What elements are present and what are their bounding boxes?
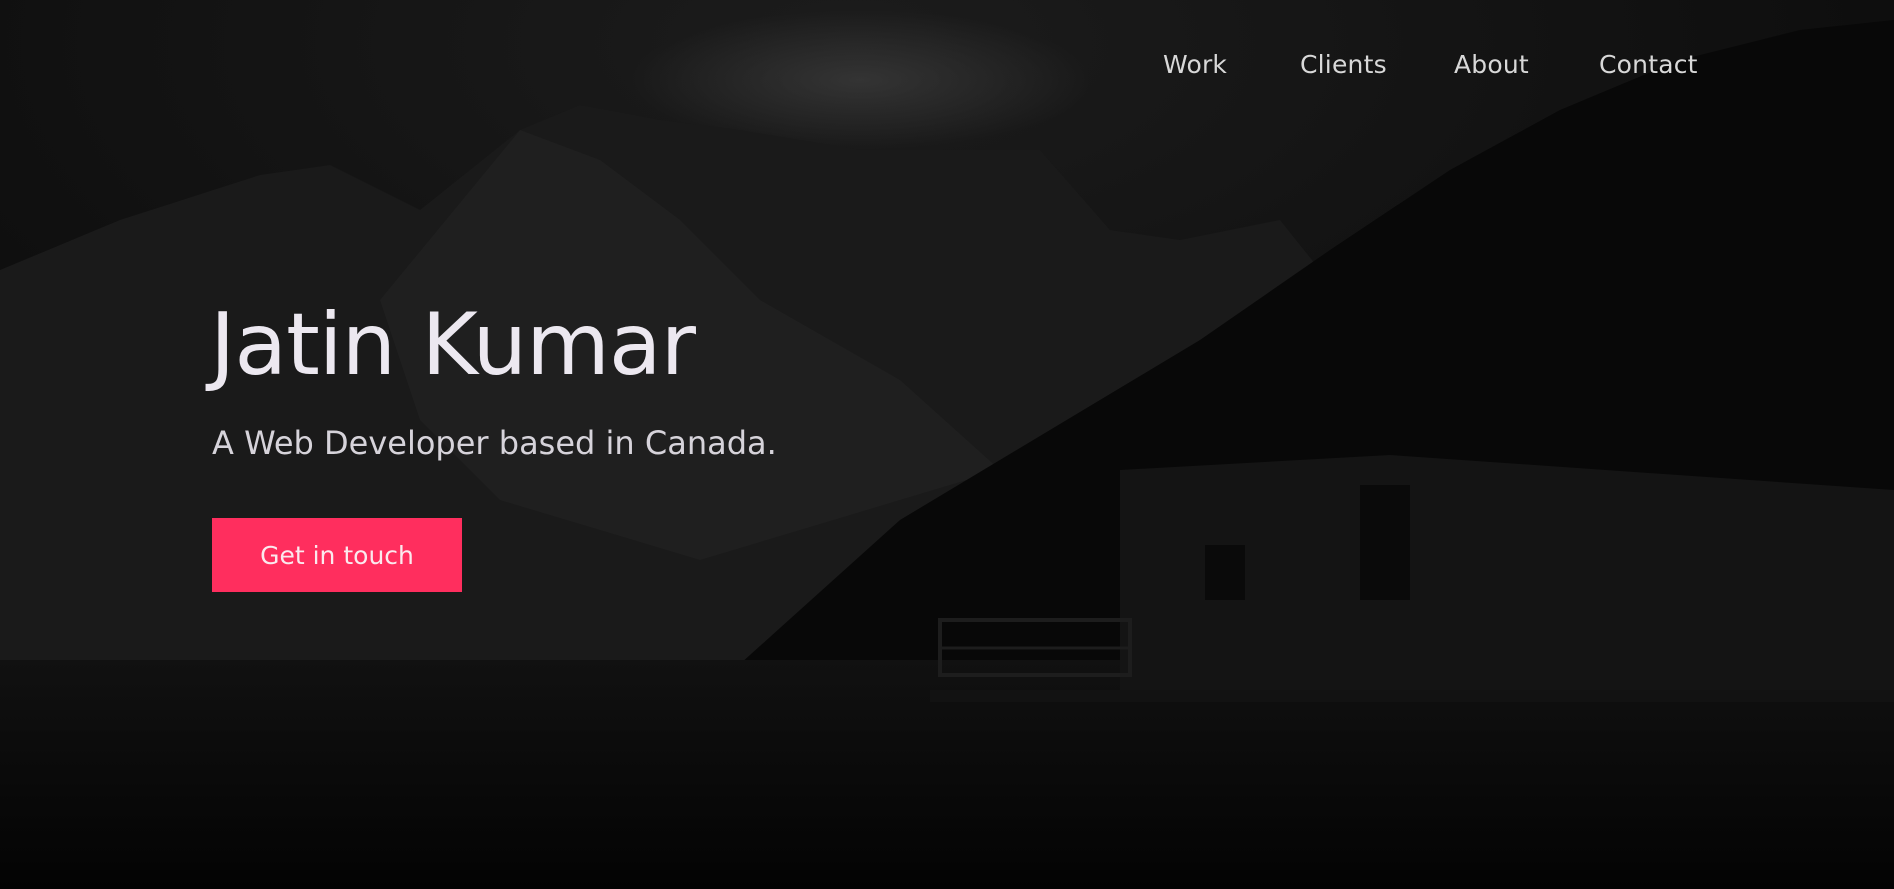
get-in-touch-button[interactable]: Get in touch xyxy=(212,518,462,592)
hero-section: Work Clients About Contact Jatin Kumar A… xyxy=(0,0,1894,889)
nav-link-work[interactable]: Work xyxy=(1163,50,1227,79)
hero-title: Jatin Kumar xyxy=(210,295,696,395)
main-nav: Work Clients About Contact xyxy=(0,50,1894,90)
nav-link-clients[interactable]: Clients xyxy=(1300,50,1387,79)
nav-link-about[interactable]: About xyxy=(1454,50,1529,79)
hero-subtitle: A Web Developer based in Canada. xyxy=(212,424,777,462)
nav-link-contact[interactable]: Contact xyxy=(1599,50,1698,79)
